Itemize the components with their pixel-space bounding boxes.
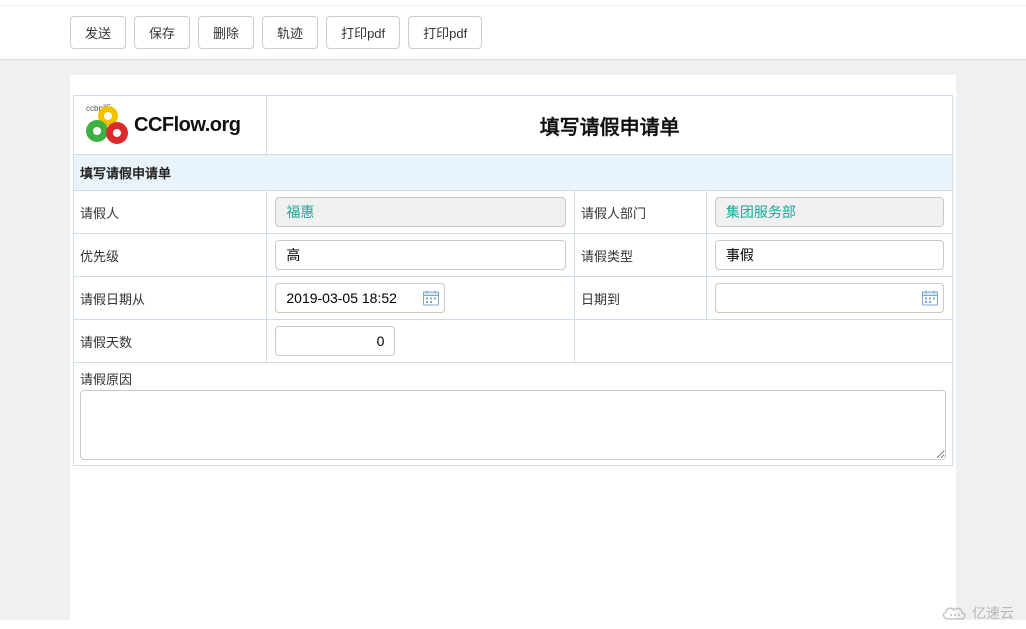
department-input [715,197,944,227]
header-row: ccbp版 CCFlow.org 填写请假申请单 [74,96,953,155]
print-pdf-button-1[interactable]: 打印pdf [326,16,400,49]
row-dates: 请假日期从 日期到 [74,277,953,320]
calendar-icon[interactable] [922,291,938,306]
section-header-row: 填写请假申请单 [74,155,953,191]
label-days: 请假天数 [74,320,267,363]
form-panel: ccbp版 CCFlow.org 填写请假申请单 填写请假申请单 请假人 [70,75,956,620]
toolbar: 发送 保存 删除 轨迹 打印pdf 打印pdf [0,6,1026,60]
date-from-input[interactable] [275,283,445,313]
reason-textarea[interactable] [80,390,946,460]
section-header: 填写请假申请单 [74,155,953,191]
form-table: ccbp版 CCFlow.org 填写请假申请单 填写请假申请单 请假人 [73,95,953,466]
track-button[interactable]: 轨迹 [262,16,318,49]
row-priority-type: 优先级 请假类型 [74,234,953,277]
date-to-input[interactable] [715,283,944,313]
page-background: ccbp版 CCFlow.org 填写请假申请单 填写请假申请单 请假人 [0,60,1026,620]
days-input[interactable] [275,326,395,356]
logo: ccbp版 CCFlow.org [80,104,260,146]
calendar-icon[interactable] [423,291,439,306]
priority-input[interactable] [275,240,566,270]
label-date-from: 请假日期从 [74,277,267,320]
row-applicant-department: 请假人 请假人部门 [74,191,953,234]
label-priority: 优先级 [74,234,267,277]
leave-type-input[interactable] [715,240,944,270]
label-date-to: 日期到 [575,277,707,320]
row-reason: 请假原因 [74,363,953,466]
delete-button[interactable]: 删除 [198,16,254,49]
row-days: 请假天数 [74,320,953,363]
applicant-input [275,197,566,227]
cloud-icon [940,603,968,623]
form-title: 填写请假申请单 [267,96,953,155]
label-department: 请假人部门 [575,191,707,234]
gears-icon: ccbp版 [84,104,130,146]
save-button[interactable]: 保存 [134,16,190,49]
label-reason: 请假原因 [80,369,946,388]
send-button[interactable]: 发送 [70,16,126,49]
print-pdf-button-2[interactable]: 打印pdf [408,16,482,49]
watermark: 亿速云 [940,603,1014,623]
watermark-text: 亿速云 [972,603,1014,623]
empty-cell [575,320,953,363]
logo-text: CCFlow.org [134,114,240,137]
label-applicant: 请假人 [74,191,267,234]
label-leave-type: 请假类型 [575,234,707,277]
